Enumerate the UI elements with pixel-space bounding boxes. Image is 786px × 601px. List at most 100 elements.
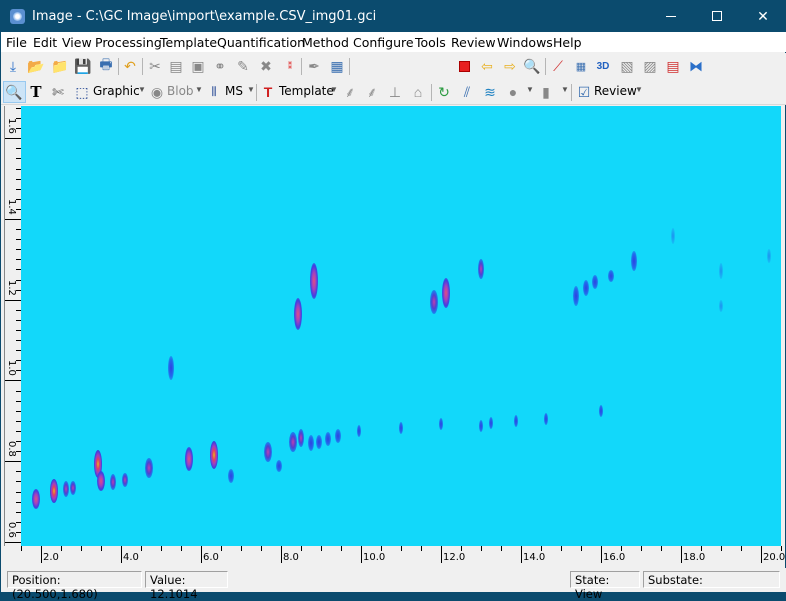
- x-tick-label: 18.0: [683, 552, 706, 563]
- graphic-tool-icon[interactable]: ⬚: [73, 83, 91, 101]
- filter-dropdown-icon[interactable]: ▼: [561, 85, 569, 94]
- template-edit-icon[interactable]: ⌂: [409, 83, 427, 101]
- zoom-window-icon[interactable]: 🔍: [523, 57, 541, 75]
- template-label[interactable]: Template: [279, 84, 334, 98]
- peak-icon[interactable]: ●: [504, 83, 522, 101]
- chromatogram-peak: [316, 435, 322, 449]
- print-icon[interactable]: 🖶: [97, 56, 115, 75]
- graphic-dropdown-icon[interactable]: ▼: [138, 85, 146, 94]
- blob-dropdown-icon[interactable]: ▼: [195, 85, 203, 94]
- x-tick-label: 4.0: [123, 552, 139, 563]
- marker-icon[interactable]: ✒: [305, 57, 323, 75]
- 3d-view-icon[interactable]: 3D: [594, 57, 612, 75]
- menu-tools[interactable]: Tools: [415, 35, 446, 50]
- maximize-button[interactable]: [694, 1, 740, 32]
- x-major-tick: [521, 546, 522, 563]
- menu-windows[interactable]: Windows: [497, 35, 553, 50]
- review-clipboard-icon[interactable]: ☑: [575, 83, 593, 101]
- chromatogram-peak: [110, 474, 116, 490]
- blob-table-icon[interactable]: ▧: [618, 57, 636, 75]
- text-tool-icon[interactable]: T: [27, 83, 45, 101]
- chromatogram-peak: [489, 417, 493, 429]
- ms-label[interactable]: MS: [225, 84, 243, 98]
- cut-icon[interactable]: ✂: [146, 57, 164, 75]
- copy-icon[interactable]: ▤: [167, 57, 185, 75]
- menu-review[interactable]: Review: [451, 35, 496, 50]
- open-folder-icon[interactable]: 📂: [27, 57, 45, 75]
- delete-all-icon[interactable]: ⁑: [281, 57, 299, 75]
- report-icon[interactable]: ▤: [664, 57, 682, 75]
- blob-label[interactable]: Blob: [167, 84, 194, 98]
- forward-arrow-icon[interactable]: ⇨: [501, 57, 519, 75]
- template-dropdown-icon[interactable]: ▼: [330, 85, 338, 94]
- status-bar: Position: (20.500,1.680) Value: 12.1014 …: [1, 568, 786, 601]
- chromatogram-image[interactable]: [21, 106, 781, 546]
- stamp-icon[interactable]: ⊥: [386, 83, 404, 101]
- baseline-icon[interactable]: ≋: [481, 83, 499, 101]
- edit-icon[interactable]: ✎: [234, 57, 252, 75]
- open-recent-icon[interactable]: 📁: [51, 57, 69, 75]
- review-dropdown-icon[interactable]: ▼: [635, 85, 643, 94]
- scissors-tool-icon[interactable]: ✄: [49, 83, 67, 101]
- save-icon[interactable]: 💾: [74, 57, 92, 75]
- chart-icon[interactable]: ⟋: [549, 57, 567, 75]
- menu-edit[interactable]: Edit: [33, 35, 57, 50]
- back-arrow-icon[interactable]: ⇦: [478, 57, 496, 75]
- chromatogram-peak: [719, 300, 723, 312]
- x-tick-label: 2.0: [43, 552, 59, 563]
- graphic-label[interactable]: Graphic: [93, 84, 140, 98]
- chromatogram-peak: [264, 442, 272, 462]
- align-icon[interactable]: ⫽: [458, 83, 476, 101]
- paste-icon[interactable]: ▣: [189, 57, 207, 75]
- blob-tool-icon[interactable]: ◉: [148, 83, 166, 101]
- delete-icon[interactable]: ✖: [257, 57, 275, 75]
- refresh-icon[interactable]: ↻: [435, 83, 453, 101]
- x-axis-ruler: 2.0 4.0 6.0 8.0 10.0 12.0 14.0 16.0 18.0 20.0: [21, 546, 785, 566]
- chromatogram-peak: [478, 259, 484, 279]
- import-icon[interactable]: ⤓: [4, 57, 22, 75]
- x-minor-tick: [661, 546, 662, 551]
- chromatogram-peak: [671, 228, 675, 244]
- flip-icon[interactable]: ⧓: [687, 57, 705, 75]
- y-tick-label: 1.6: [6, 118, 17, 135]
- x-minor-tick: [421, 546, 422, 551]
- x-minor-tick: [701, 546, 702, 551]
- x-minor-tick: [741, 546, 742, 551]
- peak-dropdown-icon[interactable]: ▼: [526, 85, 534, 94]
- menu-configure[interactable]: Configure: [353, 35, 414, 50]
- filter-icon[interactable]: ▮: [537, 83, 555, 101]
- undo-icon[interactable]: ↶: [121, 57, 139, 75]
- y-major-tick: [5, 461, 21, 463]
- x-minor-tick: [721, 546, 722, 551]
- menu-view[interactable]: View: [62, 35, 92, 50]
- chromatogram-peak: [719, 263, 723, 279]
- menu-quantification[interactable]: Quantification: [217, 35, 305, 50]
- chromatogram-peak: [70, 481, 76, 495]
- ms-dropdown-icon[interactable]: ▼: [247, 85, 255, 94]
- status-position: Position: (20.500,1.680): [7, 571, 142, 601]
- chromatogram-peak: [479, 420, 483, 432]
- x-tick-label: 10.0: [363, 552, 386, 563]
- menu-method[interactable]: Method: [302, 35, 349, 50]
- stop-icon[interactable]: [455, 57, 473, 75]
- minimize-button[interactable]: [648, 1, 694, 32]
- calculator-icon[interactable]: ▦: [328, 57, 346, 75]
- template-match-icon[interactable]: ⸙: [341, 83, 359, 101]
- ms-spectrum-icon[interactable]: ⫼: [205, 83, 223, 101]
- template-tool-icon[interactable]: T: [259, 83, 277, 101]
- table-icon[interactable]: ▦: [572, 57, 590, 75]
- menu-file[interactable]: File: [6, 35, 27, 50]
- connect-icon[interactable]: ⚭: [211, 57, 229, 75]
- review-label[interactable]: Review: [594, 84, 637, 98]
- x-minor-tick: [581, 546, 582, 551]
- chromatogram-peak: [145, 458, 153, 478]
- y-axis-ruler: 1.6 1.4 1.2 1.0 0.8 0.6: [4, 106, 21, 546]
- magnifier-icon[interactable]: 🔍: [5, 83, 23, 101]
- template-apply-icon[interactable]: ⸙: [363, 83, 381, 101]
- menu-help[interactable]: Help: [553, 35, 582, 50]
- menu-template[interactable]: Template: [160, 35, 217, 50]
- menu-processing[interactable]: Processing: [95, 35, 162, 50]
- close-button[interactable]: ✕: [740, 1, 786, 32]
- chromatogram-peak: [439, 418, 443, 430]
- template-table-icon[interactable]: ▨: [641, 57, 659, 75]
